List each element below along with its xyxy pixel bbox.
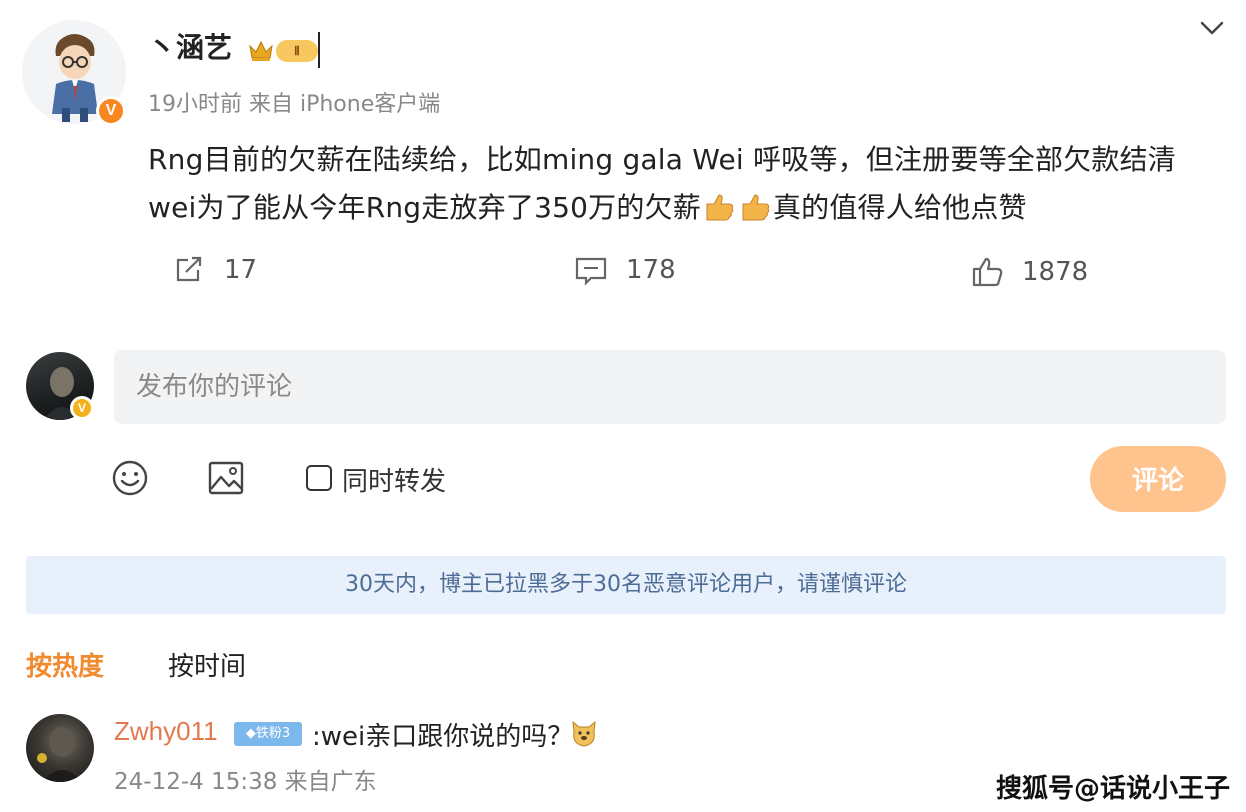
like-button[interactable]: 1878 xyxy=(970,252,1088,292)
blocklist-notice: 30天内，博主已拉黑多于30名恶意评论用户，请谨慎评论 xyxy=(26,556,1226,614)
emoji-icon[interactable] xyxy=(110,458,150,498)
thumbs-up-emoji-icon xyxy=(742,194,770,221)
verified-badge-icon: V xyxy=(96,96,126,126)
comment-meta: 24-12-4 15:38 来自广东 xyxy=(114,769,377,795)
fan-level-label: 铁粉3 xyxy=(255,726,291,741)
author-name[interactable]: 丶涵艺 xyxy=(148,26,232,66)
text-cursor xyxy=(318,32,320,68)
diamond-icon: ◆ xyxy=(245,726,256,741)
thumbs-up-emoji-icon xyxy=(706,194,734,221)
image-icon[interactable] xyxy=(206,458,246,498)
repost-checkbox[interactable] xyxy=(306,465,332,491)
like-count: 1878 xyxy=(1022,257,1089,287)
verified-badge-icon: V xyxy=(70,396,94,420)
doge-emoji-icon xyxy=(572,720,596,747)
tab-sort-by-hot[interactable]: 按热度 xyxy=(26,646,104,683)
post-text-segment: 真的值得人给他点赞 xyxy=(772,191,1027,224)
chevron-down-icon[interactable] xyxy=(1196,16,1228,40)
tab-sort-by-time[interactable]: 按时间 xyxy=(168,646,246,683)
comment-button[interactable]: 178 xyxy=(574,250,676,290)
fan-level-badge: ◆铁粉3 xyxy=(234,722,302,746)
repost-button[interactable]: 17 xyxy=(172,250,257,290)
sohu-watermark: 搜狐号@话说小王子 xyxy=(996,774,1231,804)
post-text-line-2: wei为了能从今年Rng走放弃了350万的欠薪 真的值得人给他点赞 xyxy=(148,186,1027,226)
post-meta: 19小时前 来自 iPhone客户端 xyxy=(148,92,441,117)
commenter-name[interactable]: Zwhy011 xyxy=(114,716,218,747)
post-text-line-1: Rng目前的欠薪在陆续给，比如ming gala Wei 呼吸等，但注册要等全部… xyxy=(148,143,1176,176)
comment-input[interactable] xyxy=(114,350,1226,424)
level-badge: Ⅱ xyxy=(276,40,318,62)
commenter-avatar[interactable] xyxy=(26,714,94,782)
comment-count: 178 xyxy=(626,255,676,285)
repost-checkbox-label: 同时转发 xyxy=(342,467,447,497)
post-text-segment: wei为了能从今年Rng走放弃了350万的欠薪 xyxy=(148,191,701,224)
repost-count: 17 xyxy=(224,255,258,285)
submit-comment-button[interactable]: 评论 xyxy=(1090,446,1226,512)
comment-text: :wei亲口跟你说的吗？ xyxy=(312,722,574,752)
thumbs-up-icon xyxy=(972,257,1003,287)
share-icon xyxy=(176,256,202,282)
crown-icon xyxy=(249,40,273,61)
comment-icon xyxy=(575,257,607,286)
